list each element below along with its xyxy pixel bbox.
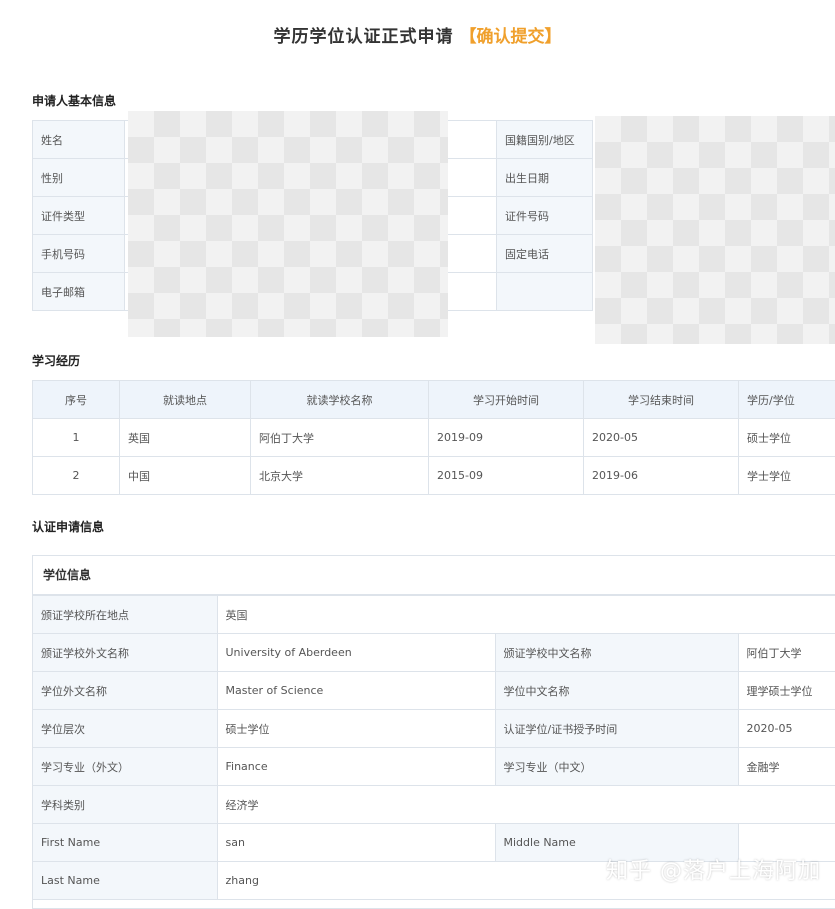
label-school-foreign-name: 颁证学校外文名称 xyxy=(33,634,217,672)
header-school: 就读学校名称 xyxy=(251,381,429,419)
table-header-row: 序号 就读地点 就读学校名称 学习开始时间 学习结束时间 学历/学位 xyxy=(33,381,835,419)
table-row: 学位层次 硕士学位 认证学位/证书授予时间 2020-05 xyxy=(33,710,835,748)
label-degree-chinese-name: 学位中文名称 xyxy=(495,672,738,710)
label-mobile: 手机号码 xyxy=(33,235,125,273)
value-subject-category: 经济学 xyxy=(217,786,835,824)
redaction-mosaic-right xyxy=(595,116,835,344)
cell-index: 1 xyxy=(33,419,120,457)
label-nationality: 国籍国别/地区 xyxy=(497,121,593,159)
redaction-mosaic-left xyxy=(128,111,448,337)
value-first-name: san xyxy=(217,824,495,862)
cell-degree: 学士学位 xyxy=(739,457,835,495)
cell-end: 2020-05 xyxy=(584,419,739,457)
label-birth-date: 出生日期 xyxy=(497,159,593,197)
cell-school: 北京大学 xyxy=(251,457,429,495)
watermark-text: 知乎 @落户上海阿加 xyxy=(606,853,821,885)
cell-location: 中国 xyxy=(120,457,251,495)
cell-index: 2 xyxy=(33,457,120,495)
table-row: 学习专业（外文） Finance 学习专业（中文） 金融学 xyxy=(33,748,835,786)
value-school-foreign-name: University of Aberdeen xyxy=(217,634,495,672)
cell-start: 2019-09 xyxy=(429,419,584,457)
value-award-date: 2020-05 xyxy=(738,710,835,748)
label-last-name: Last Name xyxy=(33,862,217,900)
table-row: 颁证学校外文名称 University of Aberdeen 颁证学校中文名称… xyxy=(33,634,835,672)
value-degree-chinese-name: 理学硕士学位 xyxy=(738,672,835,710)
label-school-chinese-name: 颁证学校中文名称 xyxy=(495,634,738,672)
table-row: 学位外文名称 Master of Science 学位中文名称 理学硕士学位 xyxy=(33,672,835,710)
cell-school: 阿伯丁大学 xyxy=(251,419,429,457)
label-subject-category: 学科类别 xyxy=(33,786,217,824)
table-row: 1 英国 阿伯丁大学 2019-09 2020-05 硕士学位 xyxy=(33,419,835,457)
label-first-name: First Name xyxy=(33,824,217,862)
label-id-type: 证件类型 xyxy=(33,197,125,235)
page-title: 学历学位认证正式申请 xyxy=(274,27,454,47)
label-school-location: 颁证学校所在地点 xyxy=(33,596,217,634)
label-id-number: 证件号码 xyxy=(497,197,593,235)
value-degree-level: 硕士学位 xyxy=(217,710,495,748)
label-gender: 性别 xyxy=(33,159,125,197)
header-degree: 学历/学位 xyxy=(739,381,835,419)
value-school-location: 英国 xyxy=(217,596,835,634)
study-table: 序号 就读地点 就读学校名称 学习开始时间 学习结束时间 学历/学位 1 英国 … xyxy=(32,380,835,495)
page-header: 学历学位认证正式申请【确认提交】 xyxy=(0,22,835,47)
label-degree-foreign-name: 学位外文名称 xyxy=(33,672,217,710)
cell-start: 2015-09 xyxy=(429,457,584,495)
header-end: 学习结束时间 xyxy=(584,381,739,419)
label-award-date: 认证学位/证书授予时间 xyxy=(495,710,738,748)
value-school-chinese-name: 阿伯丁大学 xyxy=(738,634,835,672)
status-tag: 【确认提交】 xyxy=(460,27,562,47)
degree-info-title: 学位信息 xyxy=(33,556,835,595)
label-major-foreign: 学习专业（外文） xyxy=(33,748,217,786)
table-row: 颁证学校所在地点 英国 xyxy=(33,596,835,634)
label-major-chinese: 学习专业（中文） xyxy=(495,748,738,786)
table-row: 2 中国 北京大学 2015-09 2019-06 学士学位 xyxy=(33,457,835,495)
header-index: 序号 xyxy=(33,381,120,419)
cell-location: 英国 xyxy=(120,419,251,457)
value-major-foreign: Finance xyxy=(217,748,495,786)
applicant-section-title: 申请人基本信息 xyxy=(32,92,116,109)
header-start: 学习开始时间 xyxy=(429,381,584,419)
cell-end: 2019-06 xyxy=(584,457,739,495)
table-row: 学科类别 经济学 xyxy=(33,786,835,824)
label-landline: 固定电话 xyxy=(497,235,593,273)
label-name: 姓名 xyxy=(33,121,125,159)
study-section-title: 学习经历 xyxy=(32,352,80,369)
header-location: 就读地点 xyxy=(120,381,251,419)
label-degree-level: 学位层次 xyxy=(33,710,217,748)
cell-degree: 硕士学位 xyxy=(739,419,835,457)
label-blank xyxy=(497,273,593,311)
value-major-chinese: 金融学 xyxy=(738,748,835,786)
label-email: 电子邮箱 xyxy=(33,273,125,311)
value-degree-foreign-name: Master of Science xyxy=(217,672,495,710)
certification-section-title: 认证申请信息 xyxy=(32,518,104,535)
